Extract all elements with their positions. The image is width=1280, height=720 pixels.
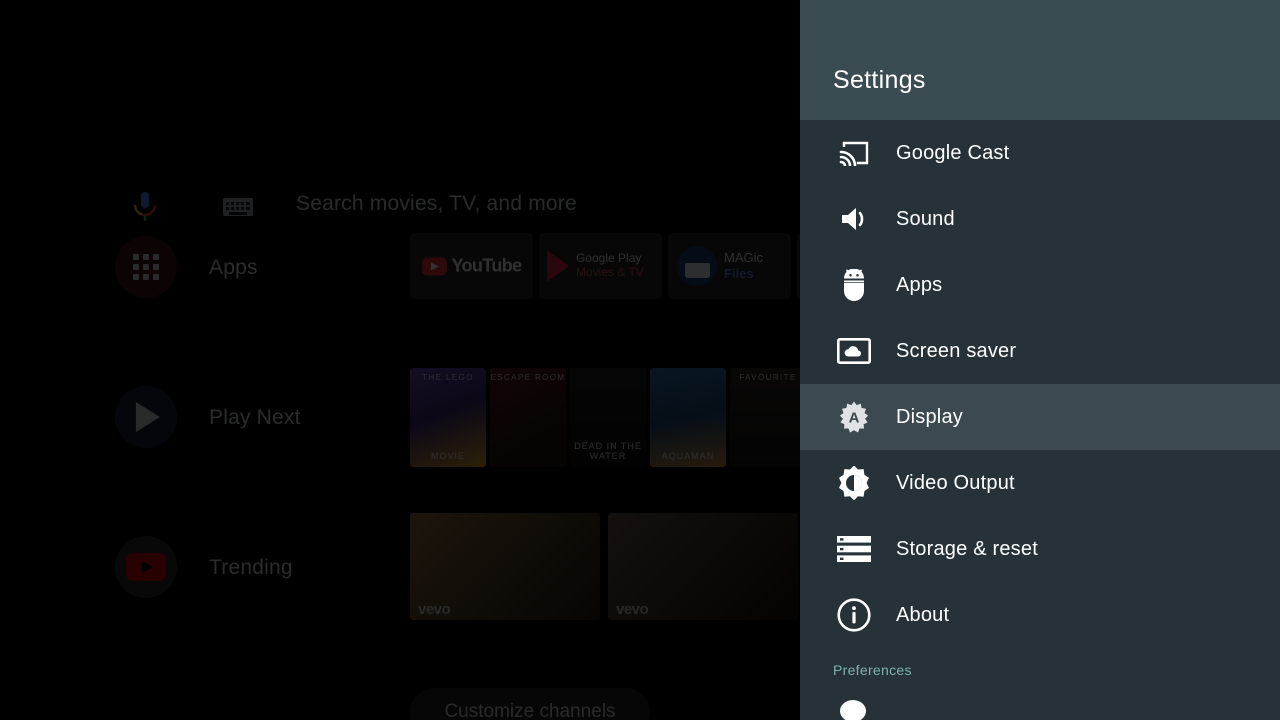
settings-item-label: Storage & reset [896,537,1038,560]
settings-panel: Settings Google Cast Sound Apps Screen s… [800,0,1280,720]
app-tile-label-line1: MAGic [724,250,763,266]
row-title-apps: Apps [209,256,258,279]
android-icon [833,264,875,306]
app-tile-magic-files[interactable]: MAGic Files [668,233,791,299]
settings-menu-list: Google Cast Sound Apps Screen saver A Di… [800,120,1280,720]
app-tile-label-line2: Movies & TV [576,265,644,279]
poster-tile[interactable]: DEAD IN THE WATER [570,368,646,467]
settings-item-label: Apps [896,273,943,296]
app-tile-label: YouTube [451,255,522,276]
info-icon [833,594,875,636]
partial-icon-glyph [840,700,866,720]
poster-top-text: ESCAPE ROOM [490,373,566,382]
brightness-icon [833,462,875,504]
magic-files-icon [677,246,717,286]
customize-channels-button[interactable]: Customize channels [410,688,650,720]
android-tv-screen: Search movies, TV, and more Apps Play Ne… [0,0,1280,720]
settings-item-about[interactable]: About [800,582,1280,648]
app-tile-label-line1: Google Play [576,251,642,266]
trending-thumbnail[interactable]: vevo [410,513,600,620]
row-title-trending: Trending [209,556,293,579]
settings-item-display[interactable]: A Display [800,384,1280,450]
poster-tile[interactable]: AQUAMAN [650,368,726,467]
keyboard-icon[interactable] [222,195,254,219]
app-tile-google-play-movies[interactable]: Google Play Movies & TV [539,233,662,299]
play-triangle-icon [135,402,160,432]
app-tile-label-line2: Files [724,266,754,281]
settings-item-label: About [896,603,950,626]
poster-tile[interactable]: ESCAPE ROOM [490,368,566,467]
poster-tile[interactable]: THE LEGO MOVIE [410,368,486,467]
settings-item-label: Display [896,405,963,428]
google-play-icon [547,250,569,282]
settings-item-label: Video Output [896,471,1015,494]
settings-title: Settings [833,66,926,94]
settings-item-partial-below[interactable] [800,692,1280,720]
settings-item-storage-reset[interactable]: Storage & reset [800,516,1280,582]
trending-thumbnail[interactable]: vevo [608,513,798,620]
vevo-watermark: vevo [616,601,649,618]
row-title-play-next: Play Next [209,406,301,429]
auto-brightness-icon: A [833,396,875,438]
poster-top-text: FAVOURITE [739,373,797,382]
search-placeholder[interactable]: Search movies, TV, and more [296,192,577,216]
row-icon-apps[interactable] [115,236,177,298]
settings-panel-header [800,0,1280,120]
row-icon-play-next[interactable] [115,386,177,448]
settings-item-label: Screen saver [896,339,1017,362]
poster-caption: MOVIE [430,451,465,461]
settings-item-google-cast[interactable]: Google Cast [800,120,1280,186]
settings-item-screen-saver[interactable]: Screen saver [800,318,1280,384]
settings-item-sound[interactable]: Sound [800,186,1280,252]
row-icon-trending[interactable] [115,536,177,598]
home-screen-background: Search movies, TV, and more Apps Play Ne… [0,0,800,720]
poster-tile[interactable]: FAVOURITE [730,368,800,467]
cast-icon [833,132,875,174]
microphone-icon[interactable] [132,191,158,223]
section-header-label: Preferences [833,662,912,678]
settings-item-label: Sound [896,207,955,230]
settings-item-label: Google Cast [896,141,1010,164]
settings-section-header-preferences: Preferences [800,648,1280,692]
app-tile-youtube[interactable]: YouTube [410,233,533,299]
volume-icon [833,198,875,240]
settings-item-video-output[interactable]: Video Output [800,450,1280,516]
youtube-icon [126,553,166,581]
vevo-watermark: vevo [418,601,451,618]
search-bar[interactable]: Search movies, TV, and more [0,92,800,221]
youtube-play-icon [421,257,447,275]
poster-top-text: THE LEGO [422,373,474,382]
apps-grid-icon [133,254,159,280]
poster-caption: DEAD IN THE WATER [574,441,642,461]
screensaver-icon [833,330,875,372]
settings-item-apps[interactable]: Apps [800,252,1280,318]
poster-caption: AQUAMAN [661,451,715,461]
svg-text:A: A [849,410,860,427]
storage-icon [833,528,875,570]
